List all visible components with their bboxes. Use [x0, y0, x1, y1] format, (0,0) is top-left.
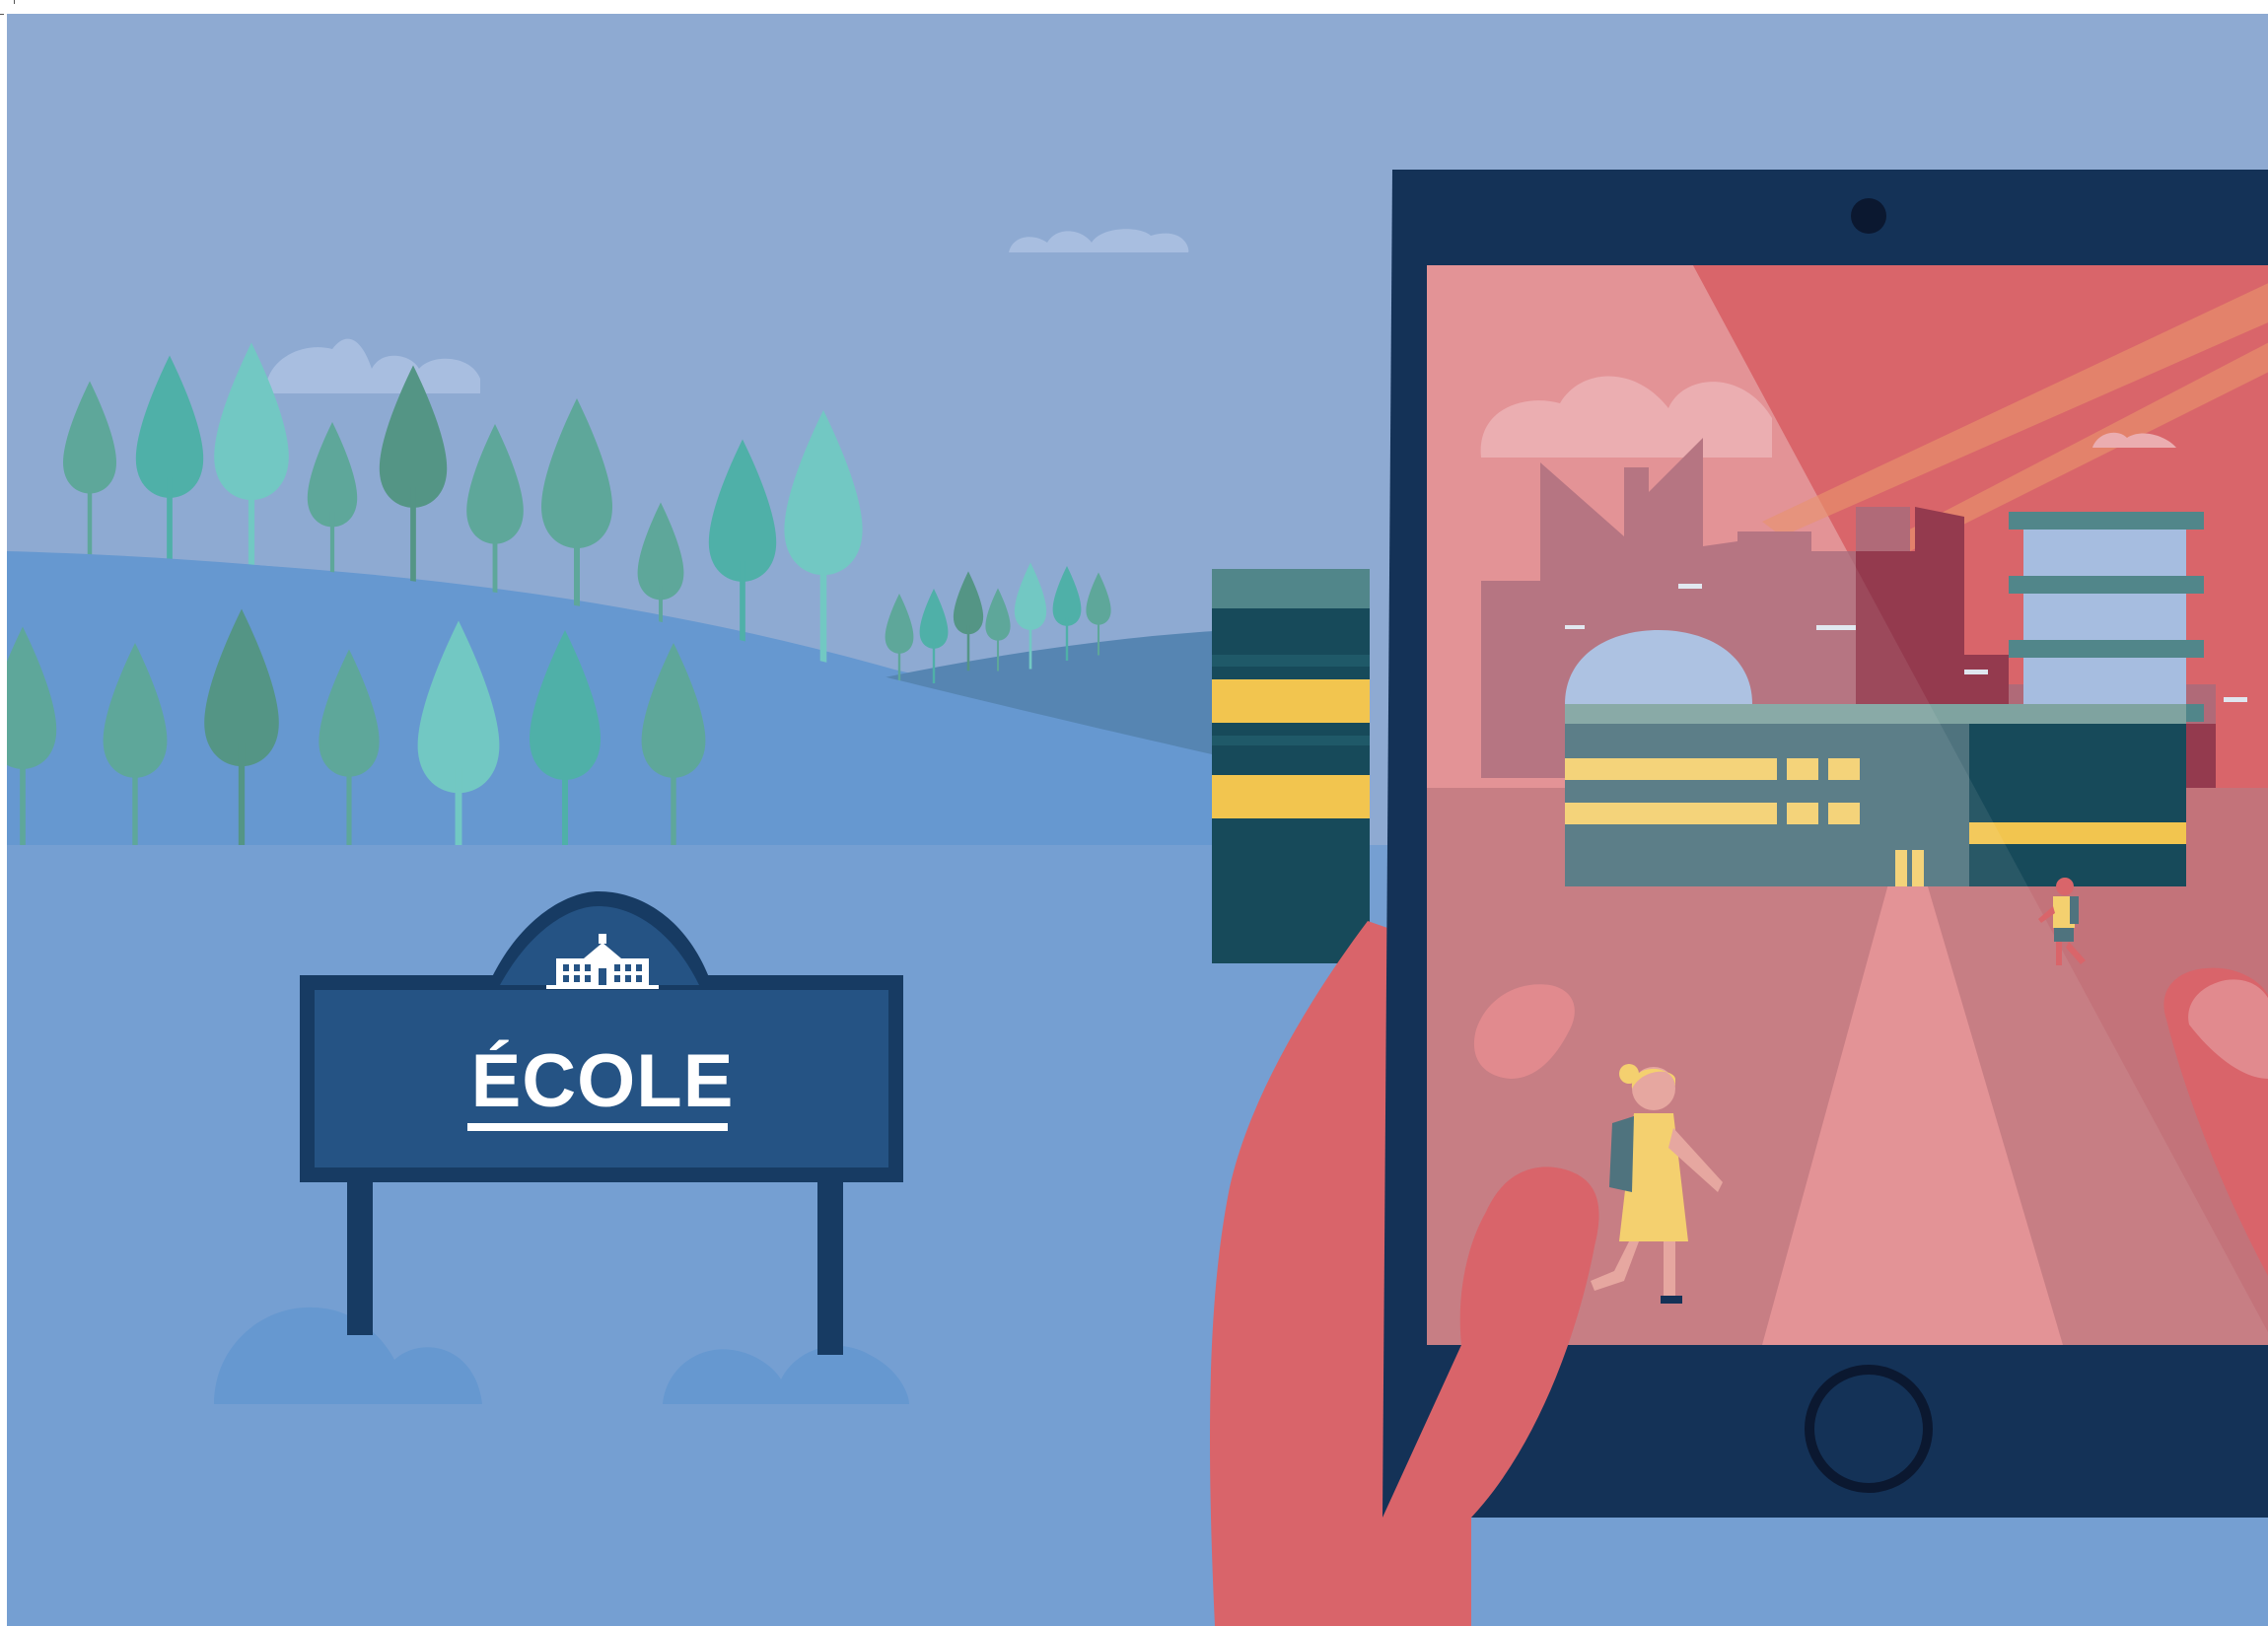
- cloud: [1009, 229, 1189, 252]
- camera-icon: [1851, 198, 1886, 234]
- illustration: ÉCOLE: [7, 14, 2268, 1626]
- building-behind-tablet: [1212, 569, 1370, 963]
- scene: [7, 170, 2268, 1626]
- school-sign-label: ÉCOLE: [470, 1039, 735, 1123]
- crop-mark: [14, 0, 15, 4]
- cloud: [265, 338, 480, 393]
- crop-mark: [0, 14, 4, 15]
